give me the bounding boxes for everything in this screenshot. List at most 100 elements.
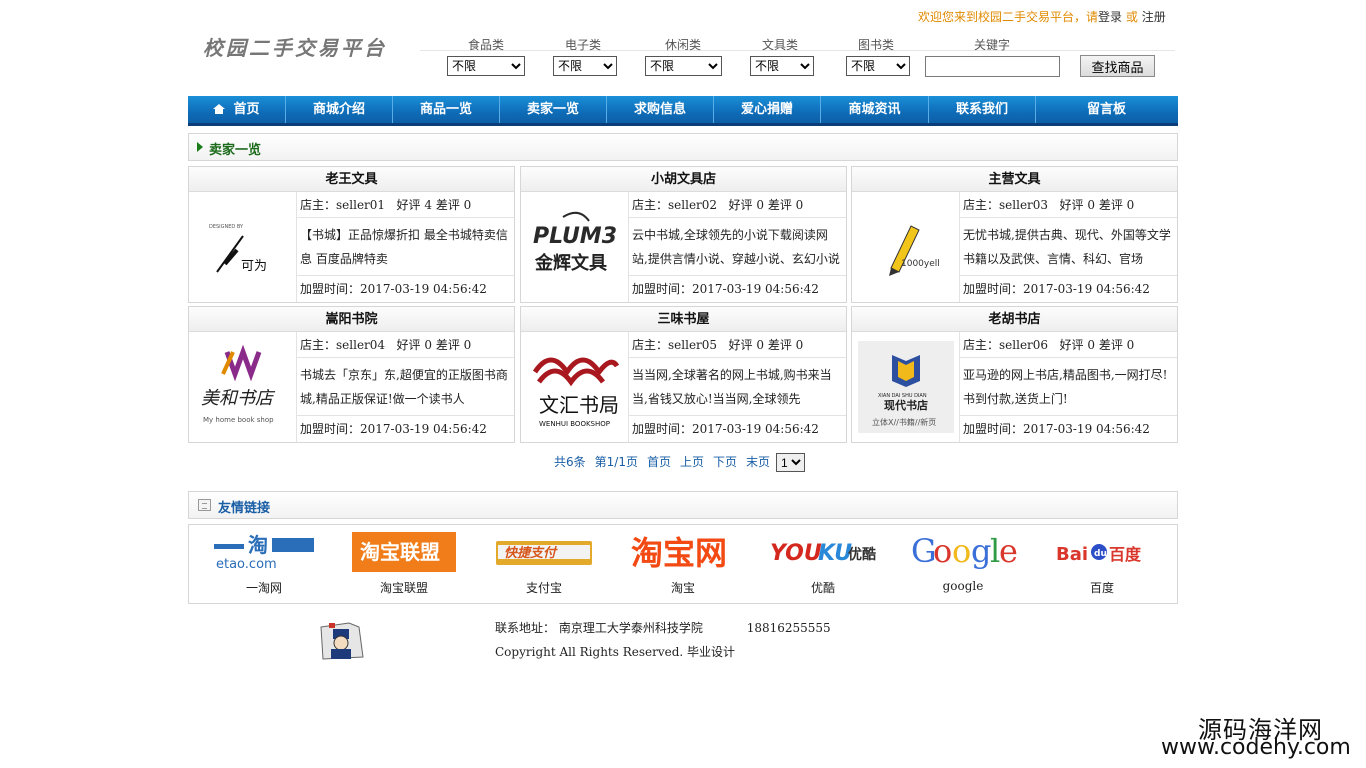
alimama-logo: 淘宝联盟	[349, 529, 459, 575]
bad-label: 差评	[767, 338, 792, 352]
link-caption: 优酷	[810, 581, 835, 595]
pager-last[interactable]: 末页	[746, 455, 770, 469]
or-text: 或	[1125, 10, 1138, 24]
nav-news[interactable]: 商城资讯	[821, 96, 929, 123]
nav-products[interactable]: 商品一览	[393, 96, 500, 123]
good-value: 0	[756, 198, 764, 212]
owner-label: 店主：	[300, 198, 337, 212]
seller-name[interactable]: 三味书屋	[521, 307, 846, 332]
seller-card[interactable]: 三味书屋 文汇书局 WENHUI BOOKSHOP 店主：seller05 好评 0 …	[520, 306, 847, 443]
svg-text:优酷: 优酷	[848, 546, 876, 563]
nav-donation[interactable]: 爱心捐赠	[714, 96, 821, 123]
link-caption: google	[942, 579, 984, 593]
svg-text:立体X//书籍//新页: 立体X//书籍//新页	[872, 417, 936, 427]
police-badge-icon	[315, 617, 369, 663]
link-alimama[interactable]: 淘宝联盟 淘宝联盟	[349, 529, 459, 596]
seller-info: 店主：seller03 好评 0 差评 0 无忧书城,提供古典、现代、外国等文学书…	[960, 192, 1177, 302]
seller-joined-row: 加盟时间：2017-03-19 04:56:42	[297, 416, 514, 442]
link-etao[interactable]: 淘 etao.com 一淘网	[209, 529, 319, 596]
baidu-logo: Bai du 百度	[1047, 529, 1157, 575]
seller-logo[interactable]: 文汇书局 WENHUI BOOKSHOP	[521, 332, 629, 442]
links-header: 友情链接	[188, 491, 1178, 519]
seller-name[interactable]: 老胡书店	[852, 307, 1177, 332]
link-youku[interactable]: YOU KU 优酷 优酷	[768, 529, 878, 596]
seller-name[interactable]: 老王文具	[189, 167, 514, 192]
seller-card[interactable]: 嵩阳书院 美和书店 My home book shop 店主：seller04 好评 …	[188, 306, 515, 443]
link-icon	[198, 499, 211, 511]
svg-text:o: o	[933, 532, 952, 570]
seller-info: 店主：seller01 好评 4 差评 0 【书城】正品惊爆折扣 最全书城特卖信息…	[297, 192, 514, 302]
pager-total: 共6条	[554, 455, 586, 469]
good-label: 好评	[728, 338, 753, 352]
good-label: 好评	[728, 198, 753, 212]
owner-value: seller04	[336, 338, 386, 352]
seller-desc: 【书城】正品惊爆折扣 最全书城特卖信息 百度品牌特卖	[297, 218, 514, 276]
link-alipay[interactable]: 快捷支付 支付宝	[489, 529, 599, 596]
footer-contact: 联系地址： 南京理工大学泰州科技学院 18816255555	[495, 619, 831, 636]
joined-value: 2017-03-19 04:56:42	[692, 422, 819, 436]
seller-card[interactable]: 老王文具 DESIGNED BY 可为 店主：seller01 好评 4 差评 0 【书…	[188, 166, 515, 303]
keyword-input[interactable]	[925, 56, 1060, 77]
bad-label: 差评	[435, 198, 460, 212]
seller-card[interactable]: 老胡书店 XIAN DAI SHU DIAN 现代书店 立体X//书籍//新页 店主：s…	[851, 306, 1178, 443]
nav-sellers[interactable]: 卖家一览	[500, 96, 607, 123]
address-value: 南京理工大学泰州科技学院	[558, 621, 703, 635]
seller-logo[interactable]: 1000yell	[852, 192, 960, 302]
filter-leisure-select[interactable]: 不限	[645, 56, 722, 76]
owner-label: 店主：	[963, 338, 1000, 352]
svg-text:金辉文具: 金辉文具	[534, 252, 607, 274]
seller-card[interactable]: 小胡文具店 PLUM3 金辉文具 店主：seller02 好评 0 差评 0 云中书城,…	[520, 166, 847, 303]
nav-intro[interactable]: 商城介绍	[286, 96, 393, 123]
seller-name[interactable]: 小胡文具店	[521, 167, 846, 192]
joined-value: 2017-03-19 04:56:42	[692, 282, 819, 296]
link-baidu[interactable]: Bai du 百度 百度	[1047, 529, 1157, 596]
seller-desc: 云中书城,全球领先的小说下载阅读网站,提供言情小说、穿越小说、玄幻小说	[629, 218, 846, 276]
login-link[interactable]: 登录	[1098, 10, 1122, 24]
seller-name[interactable]: 主营文具	[852, 167, 1177, 192]
seller-owner-row: 店主：seller04 好评 0 差评 0	[297, 332, 514, 358]
seller-name[interactable]: 嵩阳书院	[189, 307, 514, 332]
nav-contact[interactable]: 联系我们	[929, 96, 1036, 123]
nav-guestbook[interactable]: 留言板	[1036, 96, 1177, 123]
link-caption: 百度	[1089, 581, 1114, 595]
pager-select[interactable]: 1	[776, 453, 806, 472]
alipay-logo: 快捷支付	[489, 529, 599, 575]
owner-value: seller02	[668, 198, 718, 212]
seller-logo[interactable]: 美和书店 My home book shop	[189, 332, 297, 442]
keyword-label: 关键字	[974, 38, 1011, 52]
nav-wanted[interactable]: 求购信息	[607, 96, 714, 123]
filter-label: 电子类	[565, 38, 602, 52]
nav-home[interactable]: 首页	[188, 96, 286, 123]
svg-text:快捷支付: 快捷支付	[504, 545, 558, 561]
filter-food-select[interactable]: 不限	[447, 56, 525, 76]
seller-card[interactable]: 主营文具 1000yell 店主：seller03 好评 0 差评 0 无忧书城,提供…	[851, 166, 1178, 303]
youku-logo: YOU KU 优酷	[768, 529, 878, 575]
pager-first[interactable]: 首页	[647, 455, 671, 469]
svg-text:文汇书局: 文汇书局	[539, 393, 619, 417]
seller-owner-row: 店主：seller02 好评 0 差评 0	[629, 192, 846, 218]
filter-books-select[interactable]: 不限	[846, 56, 910, 76]
pager-next[interactable]: 下页	[713, 455, 737, 469]
search-button[interactable]: 查找商品	[1080, 55, 1155, 77]
seller-owner-row: 店主：seller01 好评 4 差评 0	[297, 192, 514, 218]
filter-stationery-select[interactable]: 不限	[750, 56, 814, 76]
seller-joined-row: 加盟时间：2017-03-19 04:56:42	[960, 416, 1177, 442]
seller-desc: 无忧书城,提供古典、现代、外国等文学书籍以及武侠、言情、科幻、官场	[960, 218, 1177, 276]
site-logo[interactable]: 校园二手交易平台	[203, 32, 387, 61]
seller-joined-row: 加盟时间：2017-03-19 04:56:42	[629, 276, 846, 302]
seller-logo[interactable]: DESIGNED BY 可为	[189, 192, 297, 302]
pager-prev[interactable]: 上页	[680, 455, 704, 469]
filter-electronics-select[interactable]: 不限	[553, 56, 617, 76]
joined-value: 2017-03-19 04:56:42	[1023, 282, 1150, 296]
bad-label: 差评	[1098, 338, 1123, 352]
link-google[interactable]: G o o g l e google	[908, 529, 1018, 593]
register-link[interactable]: 注册	[1142, 10, 1166, 24]
link-taobao[interactable]: 淘宝网 淘宝	[628, 529, 738, 596]
seller-owner-row: 店主：seller05 好评 0 差评 0	[629, 332, 846, 358]
joined-label: 加盟时间：	[963, 422, 1024, 436]
seller-logo[interactable]: XIAN DAI SHU DIAN 现代书店 立体X//书籍//新页	[852, 332, 960, 442]
good-label: 好评	[396, 198, 421, 212]
seller-logo[interactable]: PLUM3 金辉文具	[521, 192, 629, 302]
good-value: 0	[424, 338, 432, 352]
seller-info: 店主：seller06 好评 0 差评 0 亚马逊的网上书店,精品图书,一网打尽!…	[960, 332, 1177, 442]
